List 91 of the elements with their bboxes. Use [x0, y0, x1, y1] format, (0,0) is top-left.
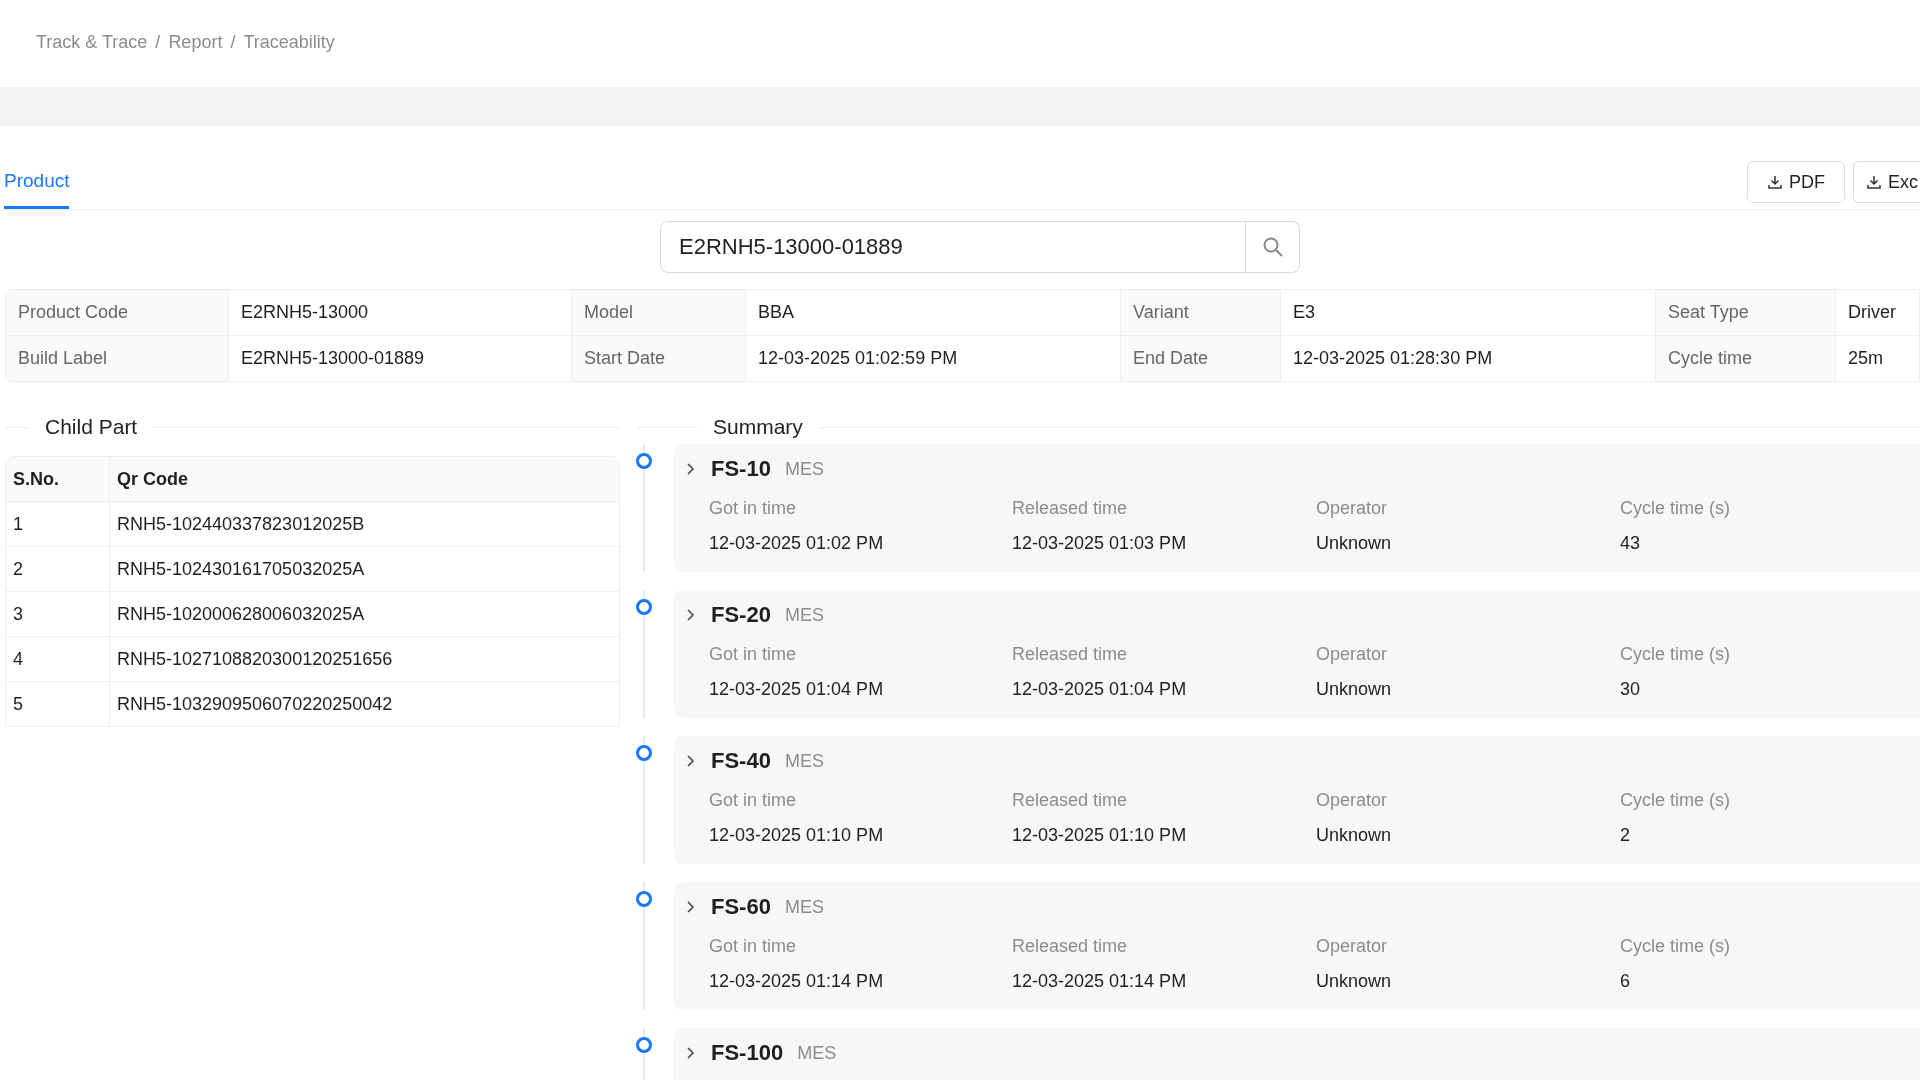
section-title: Child Part — [45, 415, 138, 439]
timeline-dot — [636, 599, 652, 615]
table-cell: 4 — [6, 637, 110, 681]
download-button[interactable]: Exc — [1853, 161, 1920, 203]
field-value: Unknown — [1316, 533, 1393, 554]
field-label: Operator — [1316, 936, 1389, 957]
field-label: Operator — [1316, 498, 1389, 519]
field-label: Got in time — [709, 936, 798, 957]
column-header: S.No. — [6, 457, 110, 501]
station-name: FS-100 — [711, 1040, 784, 1066]
info-label: Product Code — [6, 290, 229, 336]
station-source: MES — [784, 750, 824, 772]
table-cell: 1 — [6, 502, 110, 546]
tab[interactable]: Product — [4, 170, 70, 209]
breadcrumb-separator: / — [230, 32, 236, 53]
field-label: Cycle time (s) — [1620, 498, 1731, 519]
timeline-dot — [636, 1037, 652, 1053]
info-value: E3 — [1281, 290, 1656, 336]
info-label: End Date — [1121, 336, 1281, 381]
field-value: 30 — [1620, 679, 1642, 700]
field-label: Released time — [1012, 936, 1129, 957]
field-value: 12-03-2025 01:14 PM — [709, 971, 885, 992]
section-title: Summary — [713, 415, 803, 439]
field-label: Operator — [1316, 644, 1389, 665]
field-label: Released time — [1012, 790, 1129, 811]
download-icon — [1866, 174, 1882, 190]
field-value: 43 — [1620, 533, 1642, 554]
chevron-icon[interactable] — [685, 462, 697, 476]
field-label: Cycle time (s) — [1620, 644, 1731, 665]
timeline-dot — [636, 453, 652, 469]
table-cell: 5 — [6, 682, 110, 726]
field-label: Released time — [1012, 498, 1129, 519]
field-label: Got in time — [709, 790, 798, 811]
table-cell-text: RNH5-1032909506070220250042 — [116, 692, 394, 716]
table-cell-text: RNH5-102430161705032025A — [116, 557, 366, 581]
field-label: Cycle time (s) — [1620, 790, 1731, 811]
station-name: FS-20 — [711, 602, 771, 628]
station-name: FS-10 — [711, 456, 771, 482]
chevron-icon[interactable] — [685, 754, 697, 768]
table-cell-text: RNH5-1027108820300120251656 — [116, 647, 394, 671]
field-value: 12-03-2025 01:10 PM — [709, 825, 885, 846]
breadcrumb-separator: / — [155, 32, 161, 53]
info-label: Model — [572, 290, 746, 336]
chevron-icon[interactable] — [685, 900, 697, 914]
table-cell-text: RNH5-102440337823012025B — [116, 512, 366, 536]
info-label: Seat Type — [1656, 290, 1836, 336]
station-name: FS-60 — [711, 894, 771, 920]
field-value: 12-03-2025 01:03 PM — [1012, 533, 1188, 554]
download-icon — [1767, 174, 1783, 190]
station-source: MES — [784, 896, 824, 918]
search-button[interactable] — [1246, 221, 1300, 273]
station-source: MES — [797, 1042, 837, 1064]
field-value: Unknown — [1316, 971, 1393, 992]
breadcrumb-link[interactable]: Traceability — [243, 32, 335, 53]
field-value: 2 — [1620, 825, 1631, 846]
field-label: Got in time — [709, 644, 798, 665]
search-field[interactable]: E2RNH5-13000-01889 — [660, 221, 1246, 273]
timeline-dot — [636, 745, 652, 761]
info-label: Cycle time — [1656, 336, 1836, 381]
chevron-icon[interactable] — [685, 1046, 697, 1060]
field-label: Got in time — [709, 498, 798, 519]
table-cell: 3 — [6, 592, 110, 636]
field-value: 12-03-2025 01:14 PM — [1012, 971, 1188, 992]
info-value: Driver — [1836, 290, 1920, 336]
info-label: Variant — [1121, 290, 1281, 336]
info-value: 25m — [1836, 336, 1920, 381]
table-cell: 2 — [6, 547, 110, 591]
field-label: Operator — [1316, 790, 1389, 811]
field-value: 12-03-2025 01:04 PM — [709, 679, 885, 700]
station-name: FS-40 — [711, 748, 771, 774]
column-header: Qr Code — [116, 467, 189, 491]
info-label: Start Date — [572, 336, 746, 381]
table-cell-text: RNH5-102000628006032025A — [116, 602, 366, 626]
download-button[interactable]: PDF — [1747, 161, 1845, 203]
station-source: MES — [784, 458, 824, 480]
field-value: 12-03-2025 01:04 PM — [1012, 679, 1188, 700]
field-value: 12-03-2025 01:10 PM — [1012, 825, 1188, 846]
search-icon — [1261, 236, 1284, 258]
field-value: Unknown — [1316, 825, 1393, 846]
info-label: Build Label — [6, 336, 229, 381]
breadcrumb-link[interactable]: Report — [168, 32, 223, 53]
breadcrumb-link[interactable]: Track & Trace — [36, 32, 148, 53]
chevron-icon[interactable] — [685, 608, 697, 622]
field-label: Cycle time (s) — [1620, 936, 1731, 957]
timeline-dot — [636, 891, 652, 907]
field-value: Unknown — [1316, 679, 1393, 700]
field-value: 6 — [1620, 971, 1631, 992]
station-source: MES — [784, 604, 824, 626]
field-value: 12-03-2025 01:02 PM — [709, 533, 885, 554]
field-label: Released time — [1012, 644, 1129, 665]
info-value: BBA — [746, 290, 1121, 336]
